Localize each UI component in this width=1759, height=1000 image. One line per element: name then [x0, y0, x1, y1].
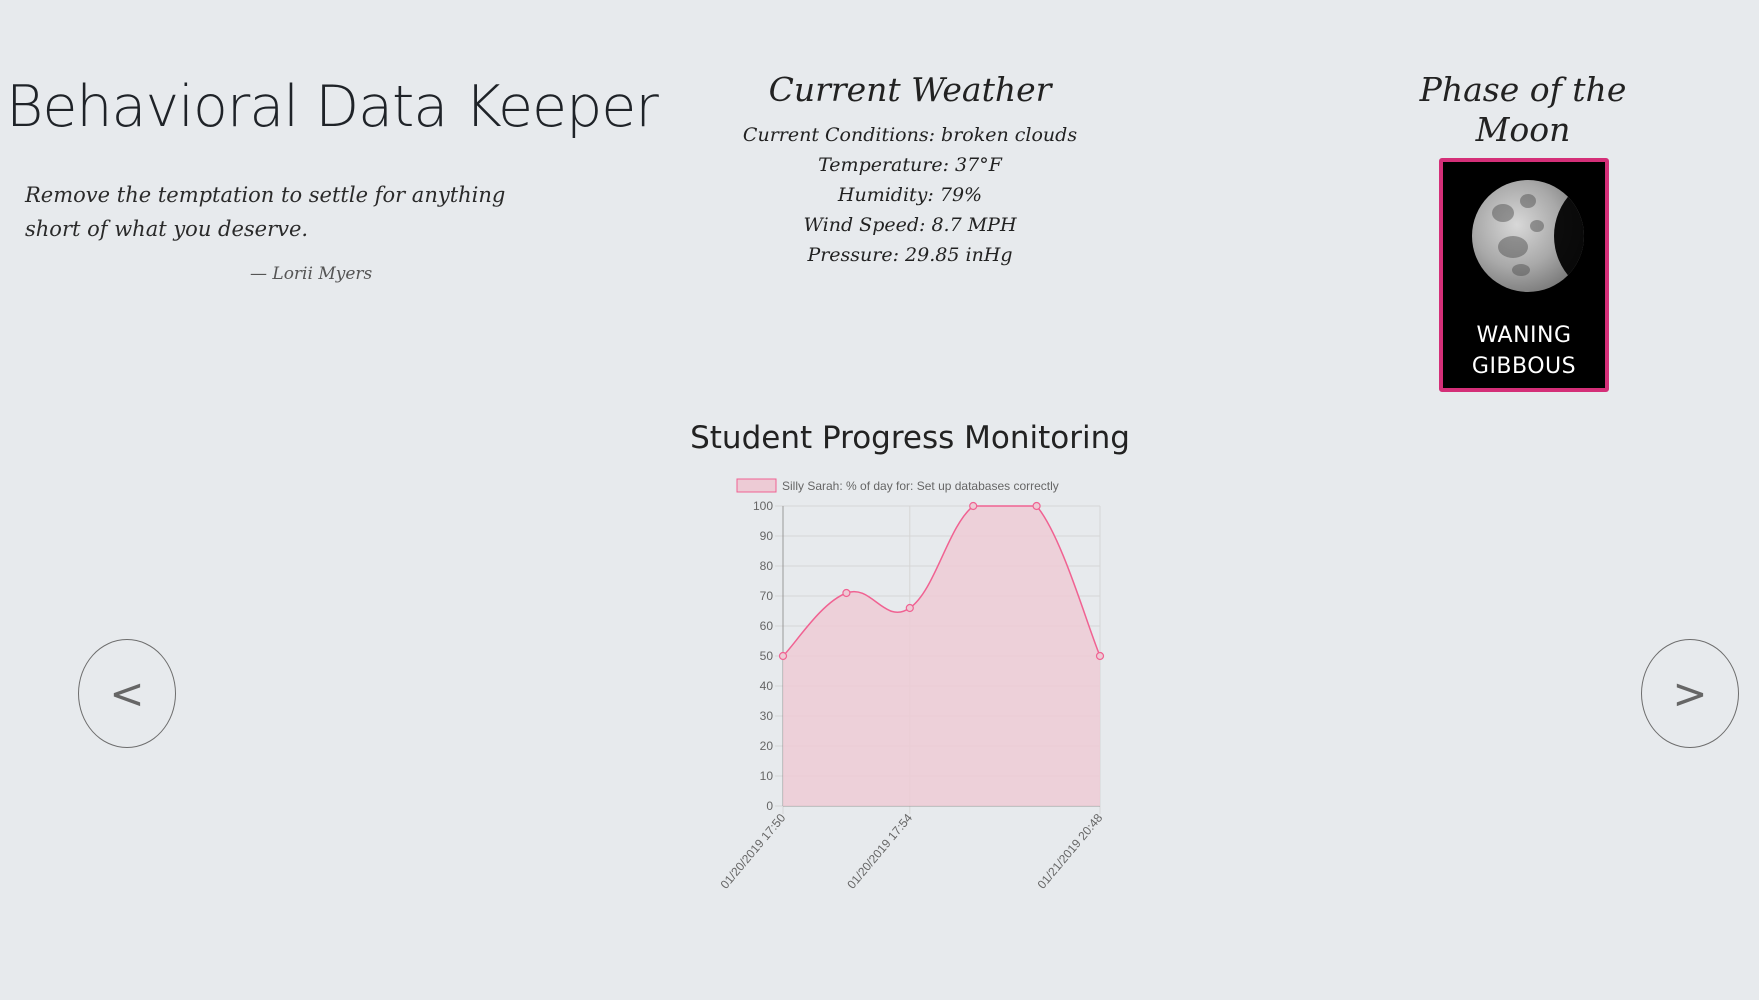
- chart-title: Student Progress Monitoring: [690, 420, 1130, 456]
- legend-swatch: [736, 478, 777, 493]
- progress-chart: Silly Sarah: % of day for: Set up databa…: [718, 478, 1106, 892]
- moon-phase-image: WANING GIBBOUS: [1439, 158, 1609, 392]
- quote-text: Remove the temptation to settle for anyt…: [25, 183, 506, 241]
- weather-panel: Current Weather Current Conditions: brok…: [735, 70, 1085, 270]
- y-tick-label: 0: [766, 799, 773, 813]
- moon-card-label: WANING GIBBOUS: [1443, 320, 1605, 382]
- series-area: [783, 506, 1100, 806]
- data-point: [778, 651, 788, 661]
- y-tick-label: 90: [760, 529, 774, 543]
- y-tick-label: 70: [760, 589, 774, 603]
- y-tick-label: 50: [760, 649, 774, 663]
- quote-author: — Lorii Myers: [250, 264, 373, 284]
- moon-card-label-line2: GIBBOUS: [1471, 354, 1577, 379]
- weather-humidity: Humidity: 79%: [837, 184, 983, 206]
- y-tick-label: 20: [760, 739, 774, 753]
- y-tick-label: 10: [760, 769, 774, 783]
- x-tick-label: 01/20/2019 17:54: [844, 811, 915, 892]
- weather-heading: Current Weather: [768, 70, 1052, 109]
- x-tick-label: 01/20/2019 17:50: [718, 811, 789, 892]
- weather-conditions: Current Conditions: broken clouds: [742, 124, 1078, 146]
- data-point: [905, 603, 914, 613]
- data-point: [1032, 501, 1041, 511]
- x-tick-label: 01/21/2019 20:48: [1035, 811, 1106, 892]
- next-button[interactable]: >: [1641, 639, 1739, 748]
- y-tick-label: 60: [760, 619, 774, 633]
- data-point: [842, 588, 851, 598]
- app-title: Behavioral Data Keeper: [6, 74, 659, 140]
- y-tick-label: 80: [760, 559, 774, 573]
- moon-shadow: [1472, 180, 1584, 292]
- moon-card-label-line1: WANING: [1476, 323, 1572, 348]
- moon-heading: Phase of the Moon: [1419, 70, 1627, 149]
- data-point: [1095, 651, 1105, 661]
- data-point: [969, 501, 978, 511]
- y-tick-label: 40: [760, 679, 774, 693]
- previous-button[interactable]: <: [78, 639, 176, 748]
- weather-wind-speed: Wind Speed: 8.7 MPH: [803, 214, 1017, 236]
- weather-pressure: Pressure: 29.85 inHg: [807, 244, 1013, 266]
- y-tick-label: 30: [760, 709, 774, 723]
- weather-temperature: Temperature: 37°F: [818, 154, 1002, 176]
- legend-label: Silly Sarah: % of day for: Set up databa…: [782, 479, 1059, 493]
- y-tick-label: 100: [753, 499, 773, 513]
